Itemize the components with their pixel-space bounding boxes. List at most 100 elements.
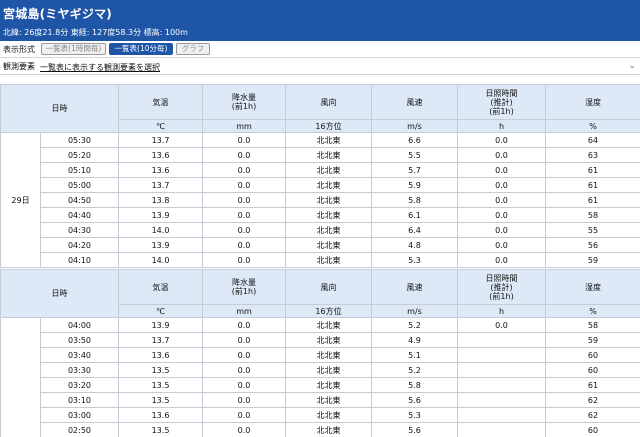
precipitation-cell: 0.0 [202,252,286,268]
table-row: 04:10 14.0 0.0 北北東 5.3 0.0 59 [1,252,640,268]
humidity-cell: 58 [545,207,640,223]
wind-speed-cell: 5.6 [371,392,458,408]
unit-wind-speed: m/s [371,119,458,133]
list-10min-button[interactable]: 一覧表(10分毎) [109,43,173,55]
temperature-cell: 13.8 [118,192,203,208]
wind-speed-cell: 5.7 [371,162,458,178]
precipitation-cell: 0.0 [202,162,286,178]
table-row: 03:20 13.5 0.0 北北東 5.8 61 [1,377,640,393]
header-wind-speed: 風速 [371,269,458,305]
humidity-cell: 59 [545,252,640,268]
time-cell: 04:00 [40,317,119,333]
table-row: 03:50 13.7 0.0 北北東 4.9 59 [1,332,640,348]
precipitation-cell: 0.0 [202,407,286,423]
header-datetime: 日時 [0,269,119,318]
wind-direction-cell: 北北東 [285,422,372,437]
humidity-cell: 55 [545,222,640,238]
precipitation-cell: 0.0 [202,377,286,393]
temperature-cell: 13.6 [118,347,203,363]
header-wind-direction: 風向 [285,269,372,305]
header-humidity: 湿度 [545,269,640,305]
precipitation-cell: 0.0 [202,362,286,378]
table-row: 03:40 13.6 0.0 北北東 5.1 60 [1,347,640,363]
element-select[interactable]: 一覧表に表示する観測要素を選択 ⌄ [40,60,640,74]
wind-speed-cell: 5.2 [371,362,458,378]
time-cell: 04:10 [40,252,119,268]
temperature-cell: 13.9 [118,317,203,333]
time-cell: 04:20 [40,237,119,253]
unit-humidity: % [545,304,640,318]
sunshine-cell: 0.0 [457,192,546,208]
precipitation-cell: 0.0 [202,392,286,408]
time-cell: 05:00 [40,177,119,193]
table-row: 03:10 13.5 0.0 北北東 5.6 62 [1,392,640,408]
temperature-cell: 14.0 [118,252,203,268]
wind-direction-cell: 北北東 [285,147,372,163]
table-row: 05:10 13.6 0.0 北北東 5.7 0.0 61 [1,162,640,178]
station-header: 宮城島(ミヤギジマ) 北緯: 26度21.8分 東経: 127度58.3分 標高… [0,0,640,41]
sunshine-cell: 0.0 [457,237,546,253]
wind-direction-cell: 北北東 [285,237,372,253]
wind-direction-cell: 北北東 [285,332,372,348]
wind-speed-cell: 4.8 [371,237,458,253]
wind-direction-cell: 北北東 [285,317,372,333]
sunshine-cell [457,377,546,393]
chevron-down-icon[interactable]: ⌄ [628,61,636,71]
humidity-cell: 62 [545,407,640,423]
wind-speed-cell: 6.1 [371,207,458,223]
sunshine-cell [457,362,546,378]
precipitation-cell: 0.0 [202,132,286,148]
time-cell: 05:10 [40,162,119,178]
wind-direction-cell: 北北東 [285,377,372,393]
wind-direction-cell: 北北東 [285,177,372,193]
header-sunshine: 日照時間 (推計) (前1h) [457,84,546,120]
table-row: 03:00 13.6 0.0 北北東 5.3 62 [1,407,640,423]
wind-direction-cell: 北北東 [285,347,372,363]
time-cell: 03:20 [40,377,119,393]
date-cell-empty [0,317,41,437]
time-cell: 02:50 [40,422,119,437]
wind-direction-cell: 北北東 [285,407,372,423]
wind-direction-cell: 北北東 [285,162,372,178]
element-label: 観測要素 [3,62,35,71]
sunshine-cell [457,422,546,437]
time-cell: 04:50 [40,192,119,208]
time-cell: 05:30 [40,132,119,148]
sunshine-cell: 0.0 [457,222,546,238]
time-cell: 04:30 [40,222,119,238]
wind-direction-cell: 北北東 [285,132,372,148]
header-sunshine: 日照時間 (推計) (前1h) [457,269,546,305]
unit-wind-direction: 16方位 [285,304,372,318]
table-row: 05:20 13.6 0.0 北北東 5.5 0.0 63 [1,147,640,163]
precipitation-cell: 0.0 [202,222,286,238]
temperature-cell: 13.5 [118,422,203,437]
wind-direction-cell: 北北東 [285,392,372,408]
temperature-cell: 13.9 [118,237,203,253]
graph-button[interactable]: グラフ [176,43,210,55]
precipitation-cell: 0.0 [202,422,286,437]
wind-speed-cell: 5.8 [371,192,458,208]
time-cell: 03:50 [40,332,119,348]
humidity-cell: 63 [545,147,640,163]
table-row: 04:50 13.8 0.0 北北東 5.8 0.0 61 [1,192,640,208]
humidity-cell: 59 [545,332,640,348]
sunshine-cell: 0.0 [457,147,546,163]
temperature-cell: 13.5 [118,392,203,408]
element-select-text: 一覧表に表示する観測要素を選択 [40,63,160,72]
station-title: 宮城島(ミヤギジマ) [3,7,112,21]
station-coords: 北緯: 26度21.8分 東経: 127度58.3分 標高: 100m [3,28,188,37]
sunshine-cell [457,392,546,408]
temperature-cell: 13.6 [118,147,203,163]
temperature-cell: 14.0 [118,222,203,238]
wind-direction-cell: 北北東 [285,207,372,223]
header-wind-speed: 風速 [371,84,458,120]
temperature-cell: 13.9 [118,207,203,223]
wind-direction-cell: 北北東 [285,222,372,238]
list-hourly-button[interactable]: 一覧表(1時間毎) [41,43,106,55]
unit-sunshine: h [457,304,546,318]
sunshine-cell: 0.0 [457,177,546,193]
precipitation-cell: 0.0 [202,147,286,163]
wind-speed-cell: 5.6 [371,422,458,437]
sunshine-cell [457,407,546,423]
wind-speed-cell: 5.3 [371,407,458,423]
